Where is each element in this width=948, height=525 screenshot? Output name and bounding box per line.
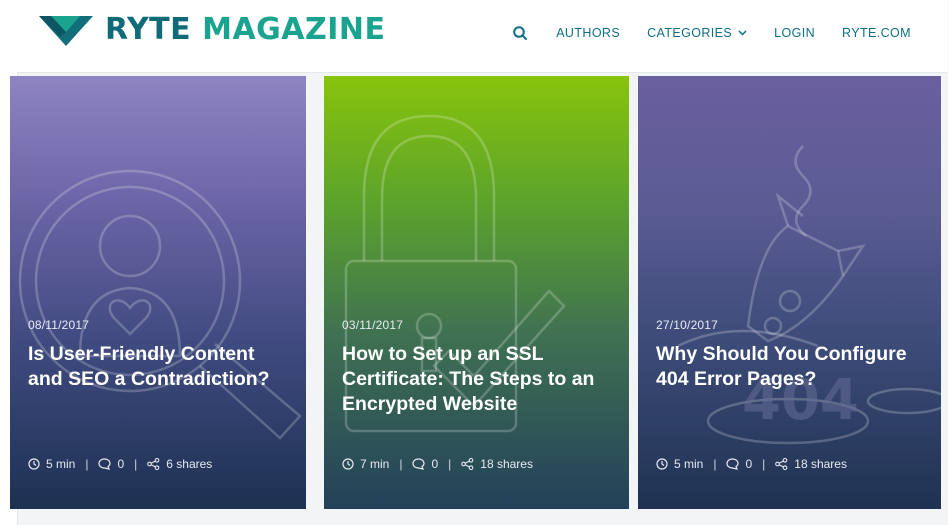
article-card[interactable]: 404 27/10/2017 Why Should You Configure …	[638, 76, 941, 509]
nav-login-label: LOGIN	[774, 26, 816, 40]
nav-authors-label: AUTHORS	[556, 26, 621, 40]
article-title[interactable]: Why Should You Configure 404 Error Pages…	[656, 342, 929, 392]
article-meta: 5 min | 0 | 18 shares	[656, 457, 847, 471]
article-meta: 7 min | 0 | 18 shares	[342, 457, 533, 471]
article-card[interactable]: 08/11/2017 Is User-Friendly Content and …	[10, 76, 306, 509]
share-count: 18 shares	[794, 457, 847, 471]
meta-separator: |	[713, 457, 717, 471]
main-nav: AUTHORS CATEGORIES LOGIN RYTE.COM	[511, 23, 911, 43]
nav-authors[interactable]: AUTHORS	[556, 26, 620, 40]
meta-separator: |	[399, 457, 403, 471]
article-title[interactable]: How to Set up an SSL Certificate: The St…	[342, 342, 617, 417]
meta-separator: |	[762, 457, 766, 471]
article-meta: 5 min | 0 | 6 shares	[28, 457, 212, 471]
share-icon	[775, 458, 788, 470]
read-time: 5 min	[46, 457, 76, 471]
logo-text-magazine: MAGAZINE	[202, 12, 386, 47]
crashed-rocket-404-icon: 404	[677, 145, 941, 445]
article-date: 08/11/2017	[28, 318, 90, 332]
article-date: 03/11/2017	[342, 318, 404, 332]
comment-icon	[98, 458, 112, 470]
nav-login[interactable]: LOGIN	[774, 26, 815, 40]
site-header: RYTE MAGAZINE AUTHORS CATEGORIES LOGIN R…	[17, 0, 947, 73]
site-logo[interactable]: RYTE MAGAZINE	[37, 10, 386, 50]
article-card[interactable]: 03/11/2017 How to Set up an SSL Certific…	[324, 76, 629, 509]
comment-icon	[726, 458, 740, 470]
chevron-down-icon	[738, 30, 747, 36]
read-time: 5 min	[674, 457, 704, 471]
search-button[interactable]	[511, 24, 529, 42]
search-icon	[513, 26, 528, 40]
read-time: 7 min	[360, 457, 390, 471]
share-count: 6 shares	[166, 457, 213, 471]
article-title[interactable]: Is User-Friendly Content and SEO a Contr…	[28, 342, 294, 392]
share-icon	[461, 458, 474, 470]
article-date: 27/10/2017	[656, 318, 719, 332]
nav-ryte-com-label: RYTE.COM	[842, 26, 911, 40]
ryte-logo-icon	[39, 16, 93, 46]
nav-categories[interactable]: CATEGORIES	[647, 26, 747, 40]
nav-ryte-com[interactable]: RYTE.COM	[842, 26, 911, 40]
magnifier-user-heart-icon	[18, 169, 302, 440]
logo-text-ryte: RYTE	[105, 12, 192, 47]
clock-icon	[656, 458, 668, 470]
clock-icon	[342, 458, 354, 470]
share-count: 18 shares	[480, 457, 533, 471]
meta-separator: |	[448, 457, 452, 471]
comment-icon	[412, 458, 426, 470]
share-icon	[147, 458, 160, 470]
comment-count: 0	[431, 457, 439, 471]
padlock-check-icon	[344, 114, 566, 433]
comment-count: 0	[117, 457, 125, 471]
clock-icon	[28, 458, 40, 470]
logo-text: RYTE MAGAZINE	[105, 15, 386, 45]
meta-separator: |	[134, 457, 138, 471]
comment-count: 0	[745, 457, 753, 471]
meta-separator: |	[85, 457, 89, 471]
nav-categories-label: CATEGORIES	[647, 26, 733, 40]
